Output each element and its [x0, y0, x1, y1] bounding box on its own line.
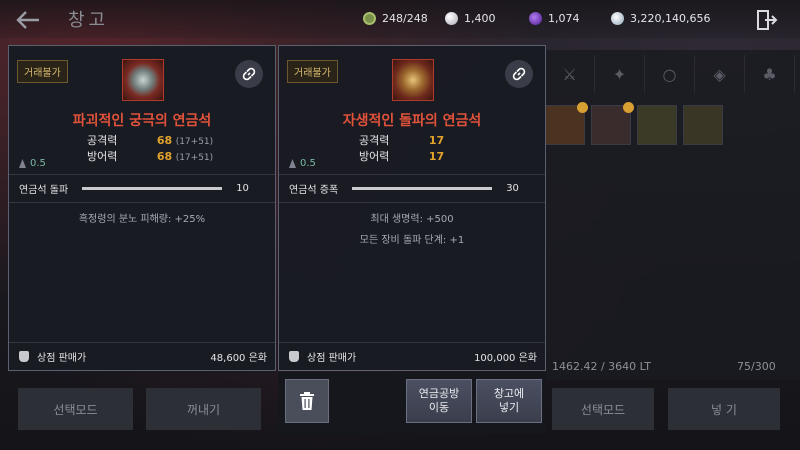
- capacity-readout: 75/300: [737, 360, 776, 373]
- take-out-button[interactable]: 꺼내기: [146, 388, 261, 430]
- stat-value: 17: [428, 150, 445, 163]
- money-bag-icon: [19, 351, 29, 362]
- dark-crystal-value: 1,074: [548, 11, 580, 25]
- divider: [279, 202, 545, 203]
- put-in-button[interactable]: 넣 기: [668, 388, 780, 430]
- money-bag-icon: [289, 351, 299, 362]
- stat-value: 68: [156, 134, 173, 147]
- link-icon: [512, 67, 526, 81]
- link-button[interactable]: [505, 60, 533, 88]
- weapon-tab[interactable]: ⚔: [545, 55, 595, 93]
- silver-icon: [611, 11, 624, 25]
- property-bar: [352, 186, 493, 190]
- item-tooltip-card-2: 거래불가 자생적인 돌파의 연금석 공격력 17 방어력 17 0.5 연금석 …: [278, 45, 546, 371]
- untradeable-badge: 거래불가: [17, 60, 68, 83]
- energy-currency: 248/248: [363, 9, 428, 27]
- weight-icon: [19, 159, 26, 168]
- item-name: 자생적인 돌파의 연금석: [342, 113, 482, 129]
- divider: [9, 342, 275, 343]
- sell-label: 상점 판매가: [307, 353, 357, 364]
- pearl-icon: [445, 11, 458, 25]
- alchemy-workshop-move-button[interactable]: 연금공방 이동: [406, 379, 472, 423]
- effect-description: 최대 생명력: +500: [370, 214, 454, 225]
- stat-value: 17: [428, 134, 445, 147]
- sell-price: 48,600 은화: [210, 353, 267, 364]
- item-tooltip-card-1: 거래불가 파괴적인 궁극의 연금석 공격력 68 (17+51) 방어력 68 …: [8, 45, 276, 371]
- attack-stat: 공격력 68 (17+51): [87, 132, 213, 148]
- untradeable-badge: 거래불가: [287, 60, 338, 83]
- inventory-slot[interactable]: [545, 102, 588, 145]
- property-row: 연금석 증폭 30: [289, 180, 535, 196]
- stat-extra: (17+51): [175, 137, 214, 147]
- property-bar: [82, 186, 223, 190]
- attack-stat: 공격력 17: [359, 132, 444, 148]
- page-title: 창고: [68, 10, 110, 31]
- armor-tab[interactable]: ✦: [595, 55, 645, 93]
- inventory-slots: [545, 102, 723, 145]
- dark-crystal-currency: 1,074: [529, 9, 580, 27]
- energy-icon: [363, 11, 376, 25]
- alchemy-stone-icon[interactable]: [392, 59, 434, 101]
- divider: [9, 202, 275, 203]
- divider: [279, 342, 545, 343]
- pearl-value: 1,400: [464, 11, 496, 25]
- energy-value: 248/248: [382, 11, 428, 25]
- pearl-currency: 1,400: [445, 9, 496, 27]
- stat-label: 공격력: [87, 134, 118, 147]
- ring-tab[interactable]: ○: [645, 55, 695, 93]
- inventory-category-tabs: ⚔ ✦ ○ ◈ ♣: [545, 55, 800, 93]
- store-in-warehouse-button[interactable]: 창고에 넣기: [476, 379, 542, 423]
- dark-crystal-icon: [529, 11, 542, 25]
- inventory-slot[interactable]: [637, 105, 677, 145]
- defense-stat: 방어력 17: [359, 148, 444, 164]
- defense-stat: 방어력 68 (17+51): [87, 148, 213, 164]
- stat-label: 공격력: [359, 134, 390, 147]
- property-row: 연금석 돌파 10: [19, 180, 265, 196]
- property-value: 10: [236, 182, 249, 194]
- grade-indicator: 0.5: [19, 158, 46, 169]
- weight-icon: [289, 159, 296, 168]
- sell-price: 100,000 은화: [474, 353, 537, 364]
- effect-description: 모든 장비 돌파 단계: +1: [359, 235, 465, 246]
- silver-value: 3,220,140,656: [630, 11, 711, 25]
- divider: [279, 174, 545, 175]
- inventory-slot[interactable]: [591, 102, 634, 145]
- potion-tab[interactable]: ♣: [745, 55, 795, 93]
- silver-currency: 3,220,140,656: [611, 9, 710, 27]
- property-label: 연금석 증폭: [289, 184, 339, 196]
- effect-description: 흑정령의 분노 피해량: +25%: [78, 214, 206, 225]
- trash-icon: [300, 392, 314, 410]
- link-icon: [242, 67, 256, 81]
- exit-icon[interactable]: [756, 9, 778, 31]
- delete-button[interactable]: [285, 379, 329, 423]
- gem-tab[interactable]: ◈: [695, 55, 745, 93]
- link-button[interactable]: [235, 60, 263, 88]
- stat-extra: (17+51): [175, 153, 214, 163]
- weight-readout: 1462.42 / 3640 LT: [552, 360, 652, 373]
- divider: [9, 174, 275, 175]
- grade-value: 0.5: [300, 158, 316, 169]
- inventory-slot[interactable]: [683, 105, 723, 145]
- select-mode-button-left[interactable]: 선택모드: [18, 388, 133, 430]
- property-value: 30: [506, 182, 519, 194]
- stat-label: 방어력: [359, 150, 390, 163]
- sell-label: 상점 판매가: [37, 353, 87, 364]
- inventory-panel: [545, 50, 800, 380]
- back-arrow-icon[interactable]: [14, 8, 42, 32]
- grade-value: 0.5: [30, 158, 46, 169]
- shop-sell-price: 상점 판매가 100,000 은화: [289, 349, 537, 364]
- alchemy-stone-icon[interactable]: [122, 59, 164, 101]
- select-mode-button-right[interactable]: 선택모드: [552, 388, 654, 430]
- shop-sell-price: 상점 판매가 48,600 은화: [19, 349, 267, 364]
- stat-label: 방어력: [87, 150, 118, 163]
- property-label: 연금석 돌파: [19, 184, 69, 196]
- stat-value: 68: [156, 150, 173, 163]
- item-name: 파괴적인 궁극의 연금석: [72, 113, 212, 129]
- grade-indicator: 0.5: [289, 158, 316, 169]
